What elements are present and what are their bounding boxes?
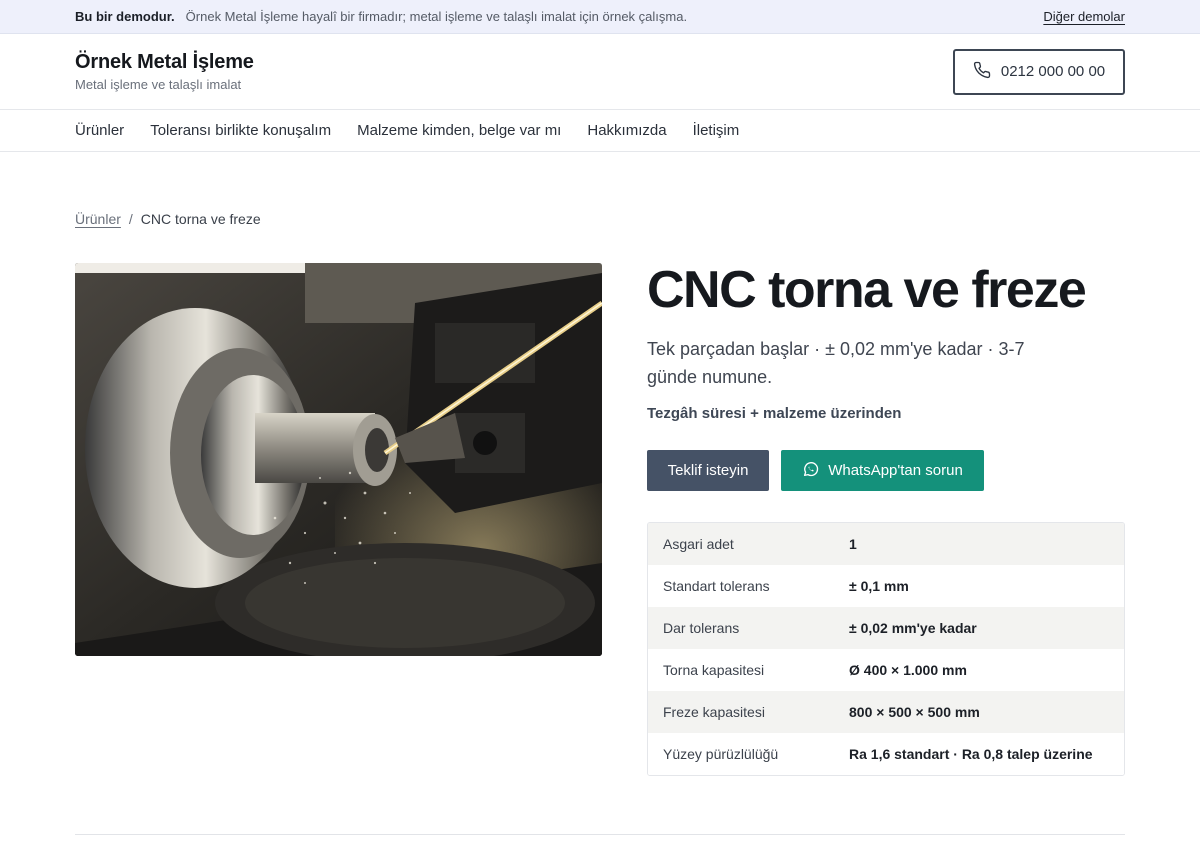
breadcrumb-products-link[interactable]: Ürünler [75,211,121,227]
product-title: CNC torna ve freze [647,261,1087,319]
brand[interactable]: Örnek Metal İşleme Metal işleme ve talaş… [75,51,254,92]
spec-row: Asgari adet 1 [648,523,1124,565]
spec-label: Dar tolerans [663,620,740,636]
product-info: CNC torna ve freze Tek parçadan başlar ·… [647,262,1125,776]
whatsapp-icon [802,460,820,482]
breadcrumb-separator: / [128,211,133,227]
product-photo [75,263,602,656]
nav-item-tolerance[interactable]: Toleransı birlikte konuşalım [150,122,331,139]
demo-label: Bu bir demodur. [75,9,175,24]
spec-label: Standart tolerans [663,578,770,594]
nav-item-about[interactable]: Hakkımızda [587,122,666,139]
whatsapp-button[interactable]: WhatsApp'tan sorun [781,450,984,491]
spec-value: ± 0,1 mm [849,578,909,594]
breadcrumb-current: CNC torna ve freze [140,211,261,227]
spec-row: Torna kapasitesi Ø 400 × 1.000 mm [648,649,1124,691]
spec-value: Ra 1,6 standart · Ra 0,8 talep üzerine [849,746,1093,762]
spec-value: 800 × 500 × 500 mm [849,704,980,720]
spec-table: Asgari adet 1 Standart tolerans ± 0,1 mm… [647,522,1125,776]
demo-banner-text: Bu bir demodur. Örnek Metal İşleme hayal… [75,9,687,24]
spec-value: Ø 400 × 1.000 mm [849,662,967,678]
spec-label: Freze kapasitesi [663,704,765,720]
brand-name: Örnek Metal İşleme [75,51,254,73]
breadcrumb: Ürünler / CNC torna ve freze [75,211,261,227]
spec-row: Dar tolerans ± 0,02 mm'ye kadar [648,607,1124,649]
demo-banner: Bu bir demodur. Örnek Metal İşleme hayal… [0,0,1200,34]
brand-tagline: Metal işleme ve talaşlı imalat [75,77,242,92]
nav-item-products[interactable]: Ürünler [75,122,124,139]
spec-value: ± 0,02 mm'ye kadar [849,620,977,636]
spec-label: Torna kapasitesi [663,662,765,678]
spec-row: Standart tolerans ± 0,1 mm [648,565,1124,607]
spec-row: Freze kapasitesi 800 × 500 × 500 mm [648,691,1124,733]
section-divider [75,834,1125,835]
phone-number: 0212 000 00 00 [1000,63,1106,80]
request-quote-button[interactable]: Teklif isteyin [647,450,769,491]
site-header: Örnek Metal İşleme Metal işleme ve talaş… [0,34,1200,110]
spec-row: Yüzey pürüzlülüğü Ra 1,6 standart · Ra 0… [648,733,1124,775]
phone-icon [973,61,991,83]
demo-message: Örnek Metal İşleme hayalî bir firmadır; … [185,9,688,24]
spec-label: Yüzey pürüzlülüğü [663,746,779,762]
phone-button[interactable]: 0212 000 00 00 [953,48,1125,95]
main-nav: Ürünler Toleransı birlikte konuşalım Mal… [0,110,1200,152]
spec-label: Asgari adet [663,536,734,552]
pricing-note: Tezgâh süresi + malzeme üzerinden [647,405,902,422]
spec-value: 1 [849,536,857,552]
whatsapp-label: WhatsApp'tan sorun [828,462,963,479]
nav-item-contact[interactable]: İletişim [693,122,740,139]
nav-item-material[interactable]: Malzeme kimden, belge var mı [357,122,561,139]
cta-group: Teklif isteyin WhatsApp'tan sorun [647,450,1125,491]
product-lead: Tek parçadan başlar · ± 0,02 mm'ye kadar… [647,339,1025,387]
other-demos-link[interactable]: Diğer demolar [1043,9,1125,24]
